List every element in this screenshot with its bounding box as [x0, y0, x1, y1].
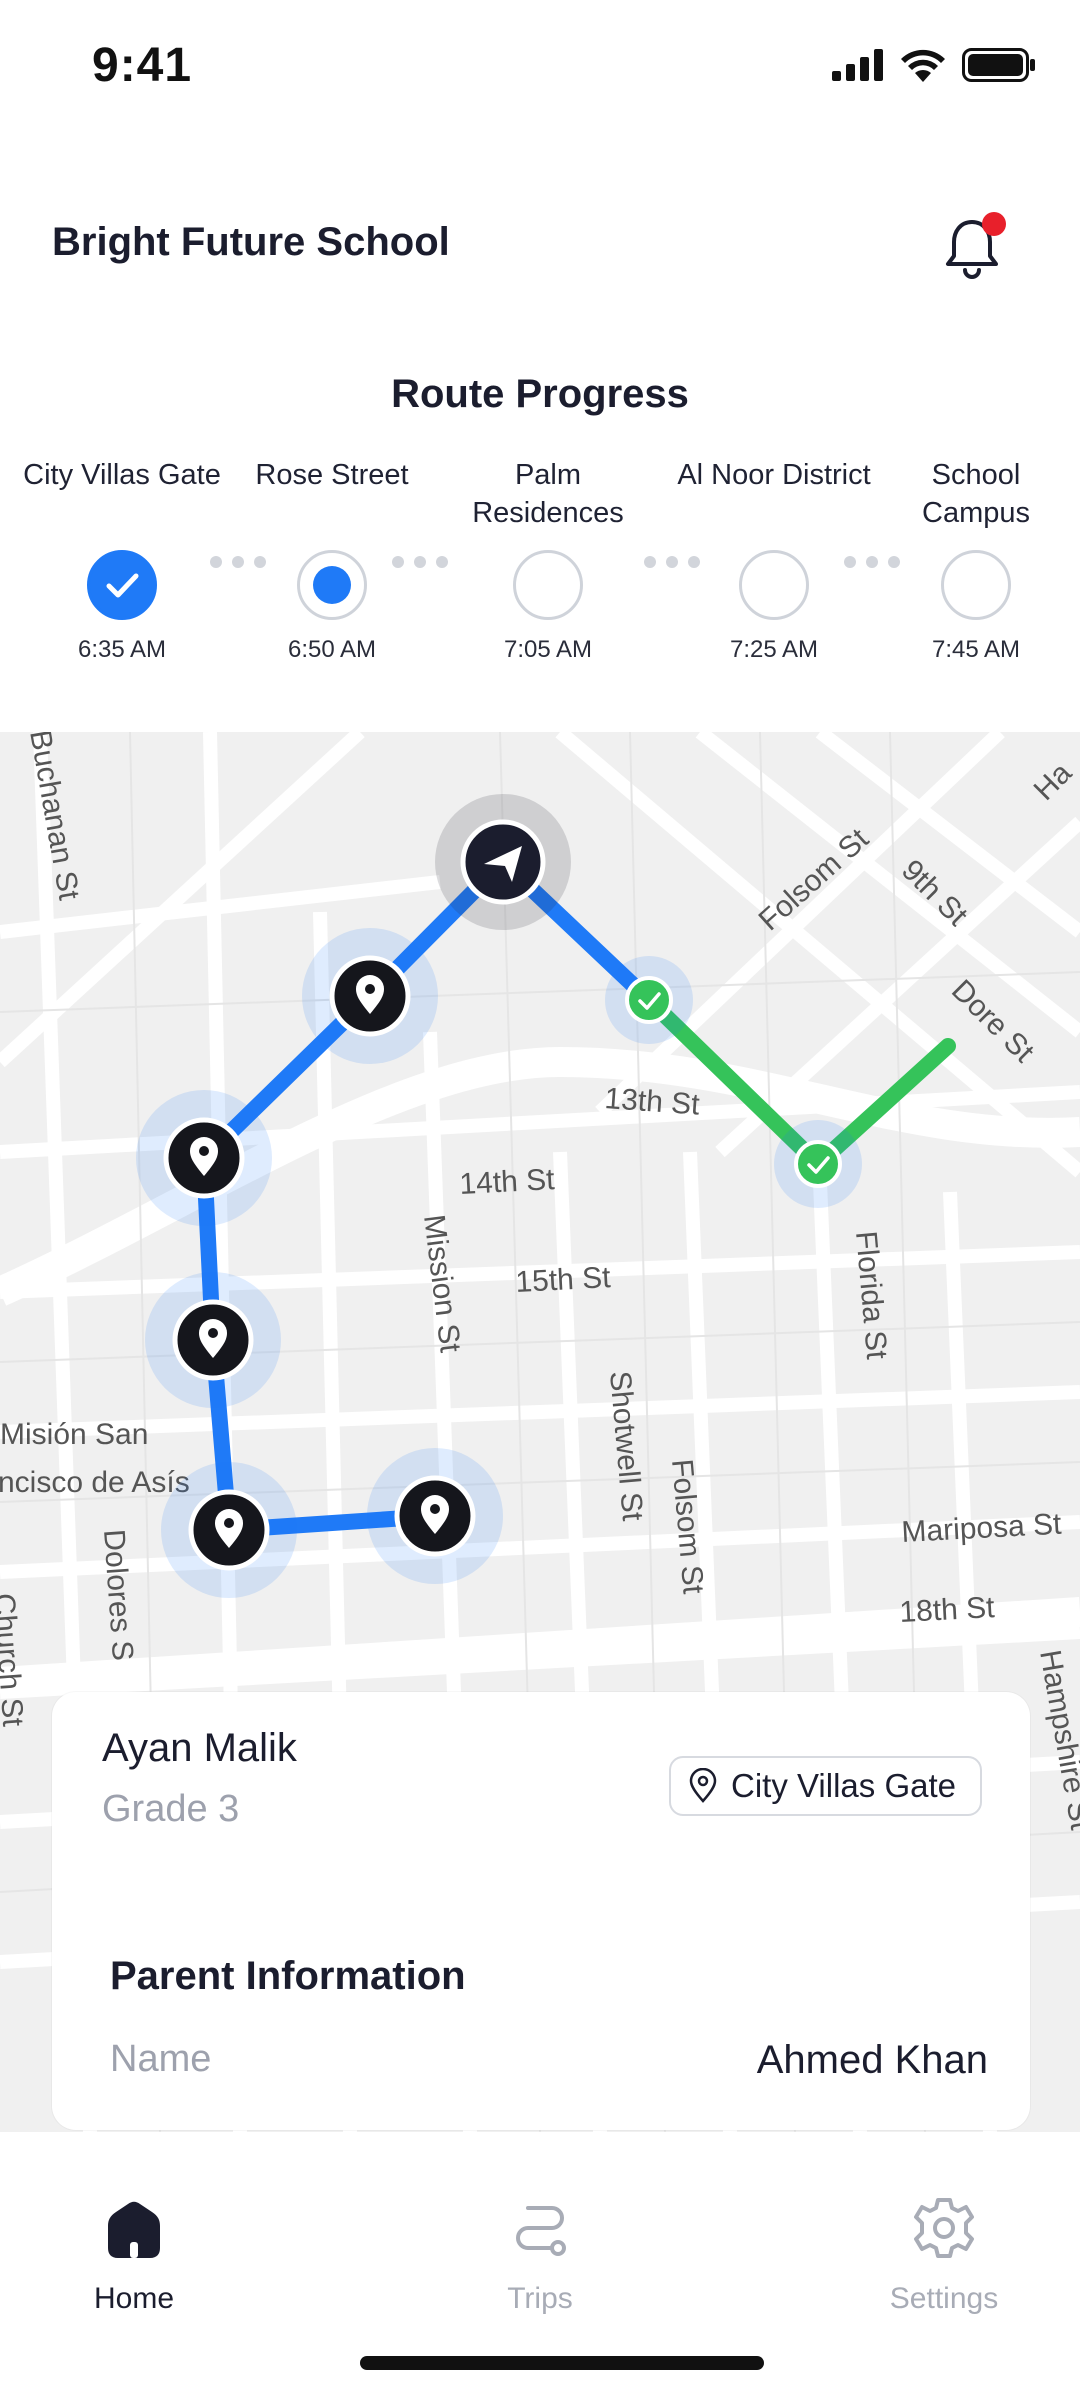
- stop-name: Palm Residences: [472, 459, 624, 529]
- stop-pin[interactable]: [367, 1448, 503, 1584]
- street-label: Dolores S: [97, 1528, 139, 1662]
- route-progress-stops: City Villas Gate 6:35 AM Rose Street 6:5…: [0, 456, 1080, 676]
- street-label: Ha: [1028, 756, 1079, 807]
- school-name: Bright Future School: [52, 220, 450, 264]
- tab-home[interactable]: Home: [34, 2188, 234, 2316]
- stop-status-done: [87, 550, 157, 620]
- stop-time: 7:25 AM: [729, 636, 819, 663]
- stop-pin[interactable]: [161, 1462, 297, 1598]
- parent-name-value: Ahmed Khan: [756, 2038, 988, 2082]
- stop-time: 6:35 AM: [77, 636, 167, 663]
- stop-time: 7:45 AM: [931, 636, 1021, 663]
- stop-name: City Villas Gate: [23, 459, 221, 491]
- stop-city-villas-gate[interactable]: City Villas Gate 6:35 AM: [22, 456, 222, 664]
- stop-name: Rose Street: [255, 459, 409, 491]
- street-label: Mariposa St: [901, 1508, 1063, 1549]
- street-label: 14th St: [459, 1163, 556, 1201]
- street-label: 18th St: [899, 1591, 996, 1629]
- status-bar: 9:41: [0, 0, 1080, 136]
- location-pin-icon: [689, 1768, 717, 1803]
- home-icon: [108, 2201, 160, 2258]
- stop-status-pending: [739, 550, 809, 620]
- check-icon: [106, 573, 139, 598]
- stop-name: Al Noor District: [677, 459, 871, 491]
- parent-info-title: Parent Information: [110, 1954, 466, 1998]
- home-indicator: [360, 2356, 764, 2370]
- street-label: Church St: [0, 1592, 29, 1728]
- stop-name: School Campus: [922, 459, 1030, 529]
- stop-school-campus[interactable]: School Campus 7:45 AM: [876, 456, 1076, 664]
- checkpoint-marker[interactable]: [605, 956, 693, 1044]
- notifications-button[interactable]: [934, 210, 1010, 286]
- street-label: Misión San: [0, 1418, 148, 1451]
- student-grade: Grade 3: [102, 1788, 240, 1830]
- status-time: 9:41: [92, 39, 193, 92]
- progress-dots: [392, 556, 448, 568]
- street-label: Mission St: [417, 1213, 467, 1355]
- stop-status-pending: [941, 550, 1011, 620]
- street-label: 15th St: [515, 1261, 612, 1299]
- stop-status-pending: [513, 550, 583, 620]
- tab-trips[interactable]: Trips: [440, 2188, 640, 2316]
- wifi-icon: [901, 49, 945, 82]
- stop-pin[interactable]: [136, 1090, 272, 1226]
- street-label: Hampshire St: [1033, 1647, 1080, 1832]
- stop-time: 6:50 AM: [287, 636, 377, 663]
- stop-pin[interactable]: [145, 1272, 281, 1408]
- stop-time: 7:05 AM: [503, 636, 593, 663]
- route-icon: [516, 2206, 566, 2256]
- pickup-stop-chip[interactable]: City Villas Gate: [669, 1756, 982, 1816]
- street-label: Shotwell St: [603, 1370, 649, 1523]
- stop-palm-residences[interactable]: Palm Residences 7:05 AM: [448, 456, 648, 664]
- stop-pin[interactable]: [302, 928, 438, 1064]
- student-name: Ayan Malik: [102, 1726, 297, 1770]
- battery-icon: [962, 48, 1035, 82]
- street-label: Folsom St: [753, 822, 876, 937]
- stop-status-active: [297, 550, 367, 620]
- tab-label: Home: [93, 2282, 175, 2315]
- street-label: Buchanan St: [23, 732, 85, 903]
- gear-icon: [914, 2198, 974, 2258]
- street-label: ncisco de Asís: [0, 1466, 190, 1499]
- status-icons: [832, 48, 1036, 82]
- parent-name-label: Name: [110, 2038, 212, 2080]
- tab-settings[interactable]: Settings: [844, 2188, 1044, 2316]
- app-header: Bright Future School: [0, 190, 1080, 310]
- tab-label: Settings: [889, 2282, 999, 2315]
- bus-location-marker[interactable]: [435, 794, 571, 930]
- student-info-card: Ayan Malik Grade 3 City Villas Gate Pare…: [52, 1692, 1030, 2130]
- street-label: 13th St: [604, 1082, 702, 1122]
- street-label: Florida St: [849, 1230, 893, 1361]
- checkpoint-marker[interactable]: [774, 1120, 862, 1208]
- tab-label: Trips: [507, 2282, 573, 2315]
- signal-icon: [832, 49, 883, 81]
- pickup-stop-name: City Villas Gate: [731, 1767, 956, 1804]
- notification-badge: [982, 212, 1006, 236]
- route-progress-title: Route Progress: [391, 372, 689, 416]
